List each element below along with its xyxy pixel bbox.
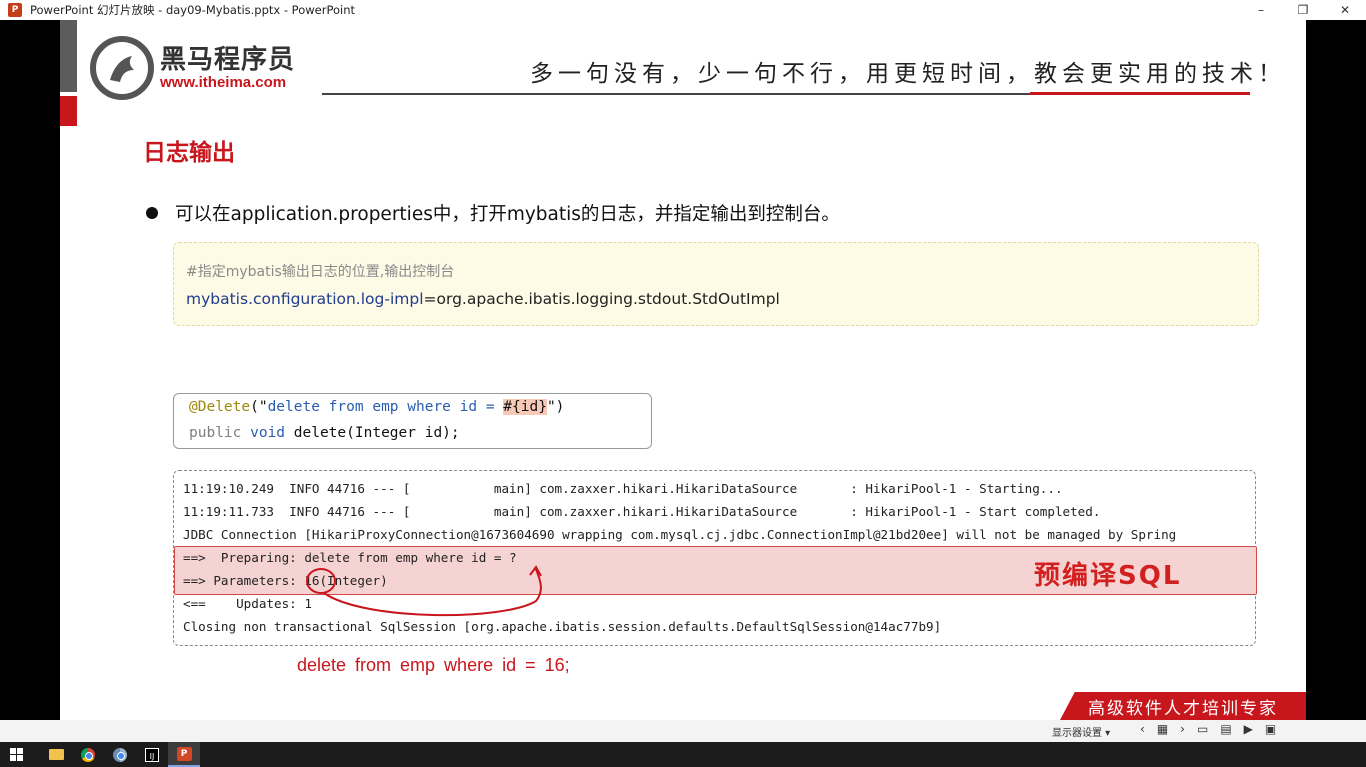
slide-sorter-icon[interactable]: ▦ xyxy=(1157,722,1168,736)
code-sql-string: delete from emp where id = xyxy=(267,399,504,415)
bullet-text: 可以在application.properties中，打开mybatis的日志，… xyxy=(175,204,840,225)
code-keyword-public: public xyxy=(189,425,251,441)
code-paren-open: (" xyxy=(250,399,268,415)
window-controls: – ❐ ✕ xyxy=(1240,0,1366,20)
code-keyword-void: void xyxy=(250,425,294,441)
config-comment: #指定mybatis输出日志的位置,输出控制台 xyxy=(186,264,455,280)
decor-strip-red xyxy=(60,96,77,126)
logo-url: www.itheima.com xyxy=(160,74,287,91)
intellij-idea-icon: IJ xyxy=(145,747,159,762)
decor-strip-gray xyxy=(60,20,77,92)
next-slide-icon[interactable]: › xyxy=(1180,722,1185,736)
powerpoint-taskbar-icon: P xyxy=(176,746,192,761)
result-sql-annotation: delete from emp where id = 16; xyxy=(297,655,570,675)
console-log-box: 11:19:10.249 INFO 44716 --- [ main] com.… xyxy=(173,470,1257,646)
mapper-code-box: @Delete("delete from emp where id = #{id… xyxy=(173,393,652,449)
grid-view-icon[interactable]: ▤ xyxy=(1220,722,1231,736)
maximize-button[interactable]: ❐ xyxy=(1282,0,1324,20)
code-method-signature: delete(Integer id); xyxy=(293,425,460,441)
slide[interactable]: 黑马程序员 www.itheima.com 多一句没有，少一句不行，用更短时间，… xyxy=(60,20,1306,720)
parameter-arrow-annotation xyxy=(306,565,542,617)
horse-logo-icon xyxy=(90,36,154,100)
presenter-view-icon[interactable]: ▣ xyxy=(1265,722,1276,736)
slideshow-toolbar: 显示器设置 ▾ ‹ ▦ › ▭ ▤ ▶ ▣ xyxy=(0,720,1366,742)
config-snippet-box: #指定mybatis输出日志的位置,输出控制台 mybatis.configur… xyxy=(173,242,1259,326)
code-placeholder: #{id} xyxy=(503,399,547,415)
start-button[interactable] xyxy=(0,742,32,767)
config-line: mybatis.configuration.log-impl=org.apach… xyxy=(186,290,780,308)
close-button[interactable]: ✕ xyxy=(1324,0,1366,20)
slide-heading: 日志输出 xyxy=(143,140,235,166)
chrome-icon xyxy=(81,747,95,762)
bullet-icon xyxy=(146,207,158,219)
config-value: =org.apache.ibatis.logging.stdout.StdOut… xyxy=(423,290,780,308)
chrome-button[interactable] xyxy=(72,742,104,767)
reading-view-icon[interactable]: ▭ xyxy=(1197,722,1208,736)
code-line-method: public void delete(Integer id); xyxy=(189,425,460,441)
slogan: 多一句没有，少一句不行，用更短时间，教会更实用的技术！ xyxy=(530,61,1286,87)
config-key: mybatis.configuration.log-impl xyxy=(186,290,424,308)
intellij-button[interactable]: IJ xyxy=(136,742,168,767)
browser-button[interactable] xyxy=(104,742,136,767)
file-explorer-button[interactable] xyxy=(40,742,72,767)
header-divider-accent xyxy=(1030,92,1250,95)
footer-banner-text: 高级软件人才培训专家 xyxy=(1088,699,1278,719)
powerpoint-taskbar-button[interactable]: P xyxy=(168,742,200,767)
display-settings-button[interactable]: 显示器设置 ▾ xyxy=(1052,724,1110,739)
itheima-logo: 黑马程序员 www.itheima.com xyxy=(90,36,295,100)
window-title: PowerPoint 幻灯片放映 - day09-Mybatis.pptx - … xyxy=(30,3,355,17)
slideshow-stage: 黑马程序员 www.itheima.com 多一句没有，少一句不行，用更短时间，… xyxy=(0,20,1366,742)
slideshow-icon[interactable]: ▶ xyxy=(1244,722,1253,736)
code-paren-close: ") xyxy=(546,399,565,415)
browser-icon xyxy=(113,747,127,762)
windows-logo-icon xyxy=(9,748,23,761)
powerpoint-icon: P xyxy=(8,3,22,17)
folder-icon xyxy=(48,749,64,760)
window-titlebar: P PowerPoint 幻灯片放映 - day09-Mybatis.pptx … xyxy=(0,0,1366,20)
code-line-annotation: @Delete("delete from emp where id = #{id… xyxy=(189,399,564,415)
logo-chinese-name: 黑马程序员 xyxy=(160,45,296,75)
taskbar: IJ P xyxy=(0,742,1366,767)
previous-slide-icon[interactable]: ‹ xyxy=(1140,722,1145,736)
minimize-button[interactable]: – xyxy=(1240,0,1282,20)
code-annotation: @Delete xyxy=(189,399,251,415)
